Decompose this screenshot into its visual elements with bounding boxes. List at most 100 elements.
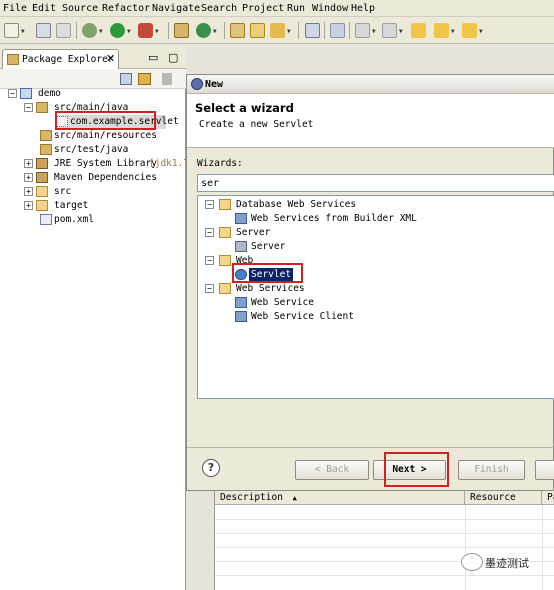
menu-run[interactable]: Run (287, 3, 305, 14)
wizards-label: Wizards: (197, 158, 243, 169)
menu-project[interactable]: Project (242, 3, 284, 14)
menu-search[interactable]: Search (201, 3, 237, 14)
highlight-box (55, 111, 156, 130)
folder-icon (219, 283, 231, 294)
highlight-box (232, 263, 303, 283)
prev-annotation-icon[interactable] (382, 23, 397, 38)
package-explorer-toolbar (0, 69, 186, 89)
library-icon (36, 158, 48, 169)
folder-icon (36, 186, 48, 197)
new-java-project-icon[interactable] (174, 23, 189, 38)
menu-window[interactable]: Window (312, 3, 348, 14)
highlight-box (384, 452, 449, 487)
back-dropdown-icon[interactable]: ▼ (451, 28, 455, 35)
menu-bar: File Edit Source Refactor Navigate Searc… (0, 0, 554, 17)
wizard-filter-input[interactable] (197, 174, 554, 192)
new-class-icon[interactable] (196, 23, 211, 38)
dialog-banner: Select a wizard Create a new Servlet (187, 94, 554, 148)
package-explorer-icon (7, 54, 19, 65)
menu-navigate[interactable]: Navigate (152, 3, 200, 14)
collapse-all-icon[interactable] (120, 73, 132, 85)
collapse-icon[interactable]: − (205, 284, 214, 293)
problems-view: Description ▲ Resource Pa (214, 491, 554, 590)
menu-source[interactable]: Source (62, 3, 98, 14)
external-tools-icon[interactable] (138, 23, 153, 38)
link-with-editor-icon[interactable] (138, 73, 151, 85)
run-dropdown-icon[interactable]: ▼ (127, 28, 131, 35)
xml-file-icon (40, 214, 52, 225)
search-dropdown-icon[interactable]: ▼ (287, 28, 291, 35)
new-icon[interactable] (4, 23, 19, 38)
open-folder-icon[interactable] (250, 23, 265, 38)
dialog-titlebar: New (187, 75, 554, 94)
collapse-icon[interactable]: − (8, 89, 17, 98)
expand-icon[interactable]: + (24, 187, 33, 196)
external-tools-dropdown-icon[interactable]: ▼ (155, 28, 159, 35)
menu-help[interactable]: Help (351, 3, 375, 14)
wizard-description: Create a new Servlet (199, 119, 314, 130)
problems-header: Description ▲ Resource Pa (215, 491, 554, 505)
package-explorer-header: Package Explorer ✕ ▭ ▢ (0, 46, 186, 69)
back-icon[interactable] (434, 23, 449, 38)
close-icon[interactable]: ✕ (106, 52, 115, 65)
expand-icon[interactable]: + (24, 201, 33, 210)
column-path[interactable]: Pa (542, 491, 554, 505)
debug-dropdown-icon[interactable]: ▼ (99, 28, 103, 35)
expand-icon[interactable]: + (24, 159, 33, 168)
folder-icon (219, 227, 231, 238)
minimize-icon[interactable]: ▭ (148, 51, 158, 64)
web-service-icon (235, 297, 247, 308)
collapse-icon[interactable]: − (205, 228, 214, 237)
save-all-icon[interactable] (56, 23, 71, 38)
save-icon[interactable] (36, 23, 51, 38)
column-description[interactable]: Description ▲ (215, 491, 465, 505)
next-annotation-icon[interactable] (355, 23, 370, 38)
forward-dropdown-icon[interactable]: ▼ (479, 28, 483, 35)
tab-label: Package Explorer (22, 54, 114, 65)
collapse-icon[interactable]: − (205, 200, 214, 209)
project-icon (20, 88, 32, 99)
expand-icon[interactable]: + (24, 173, 33, 182)
folder-icon (219, 255, 231, 266)
collapse-icon[interactable]: − (205, 256, 214, 265)
run-icon[interactable] (110, 23, 125, 38)
web-service-client-icon (235, 311, 247, 322)
sort-up-icon: ▲ (292, 494, 297, 502)
view-menu-icon[interactable] (162, 73, 172, 85)
wechat-logo-icon (461, 553, 483, 571)
last-edit-icon[interactable] (411, 23, 426, 38)
server-icon (235, 241, 247, 252)
cancel-button[interactable] (535, 460, 554, 480)
console-icon[interactable] (305, 23, 320, 38)
wizard-tree: − Database Web Services Web Services fro… (197, 195, 554, 399)
tab-package-explorer[interactable]: Package Explorer ✕ (2, 49, 119, 69)
source-folder-icon (40, 130, 52, 141)
source-folder-icon (40, 144, 52, 155)
eclipse-icon (191, 78, 203, 90)
debug-icon[interactable] (82, 23, 97, 38)
column-resource[interactable]: Resource (465, 491, 542, 505)
web-service-icon (235, 213, 247, 224)
forward-icon[interactable] (462, 23, 477, 38)
folder-icon (36, 200, 48, 211)
next-annotation-dropdown-icon[interactable]: ▼ (372, 28, 376, 35)
source-folder-icon (36, 102, 48, 113)
back-button[interactable]: < Back (295, 460, 369, 480)
library-icon (36, 172, 48, 183)
finish-button[interactable]: Finish (458, 460, 525, 480)
help-button[interactable]: ? (202, 459, 220, 477)
new-class-dropdown-icon[interactable]: ▼ (213, 28, 217, 35)
package-explorer-view: Package Explorer ✕ ▭ ▢ − demo − src/main… (0, 46, 195, 590)
toggle-mark-icon[interactable] (330, 23, 345, 38)
open-type-icon[interactable] (230, 23, 245, 38)
maximize-icon[interactable]: ▢ (168, 51, 178, 64)
menu-file[interactable]: File (3, 3, 27, 14)
new-wizard-dialog: New Select a wizard Create a new Servlet… (186, 74, 554, 491)
collapse-icon[interactable]: − (24, 103, 33, 112)
new-dropdown-icon[interactable]: ▼ (21, 28, 25, 35)
prev-annotation-dropdown-icon[interactable]: ▼ (399, 28, 403, 35)
main-toolbar: ▼ ▼ ▼ ▼ ▼ ▼ ▼ ▼ ▼ ▼ (0, 17, 554, 44)
menu-edit[interactable]: Edit (32, 3, 56, 14)
search-icon[interactable] (270, 23, 285, 38)
menu-refactor[interactable]: Refactor (102, 3, 150, 14)
